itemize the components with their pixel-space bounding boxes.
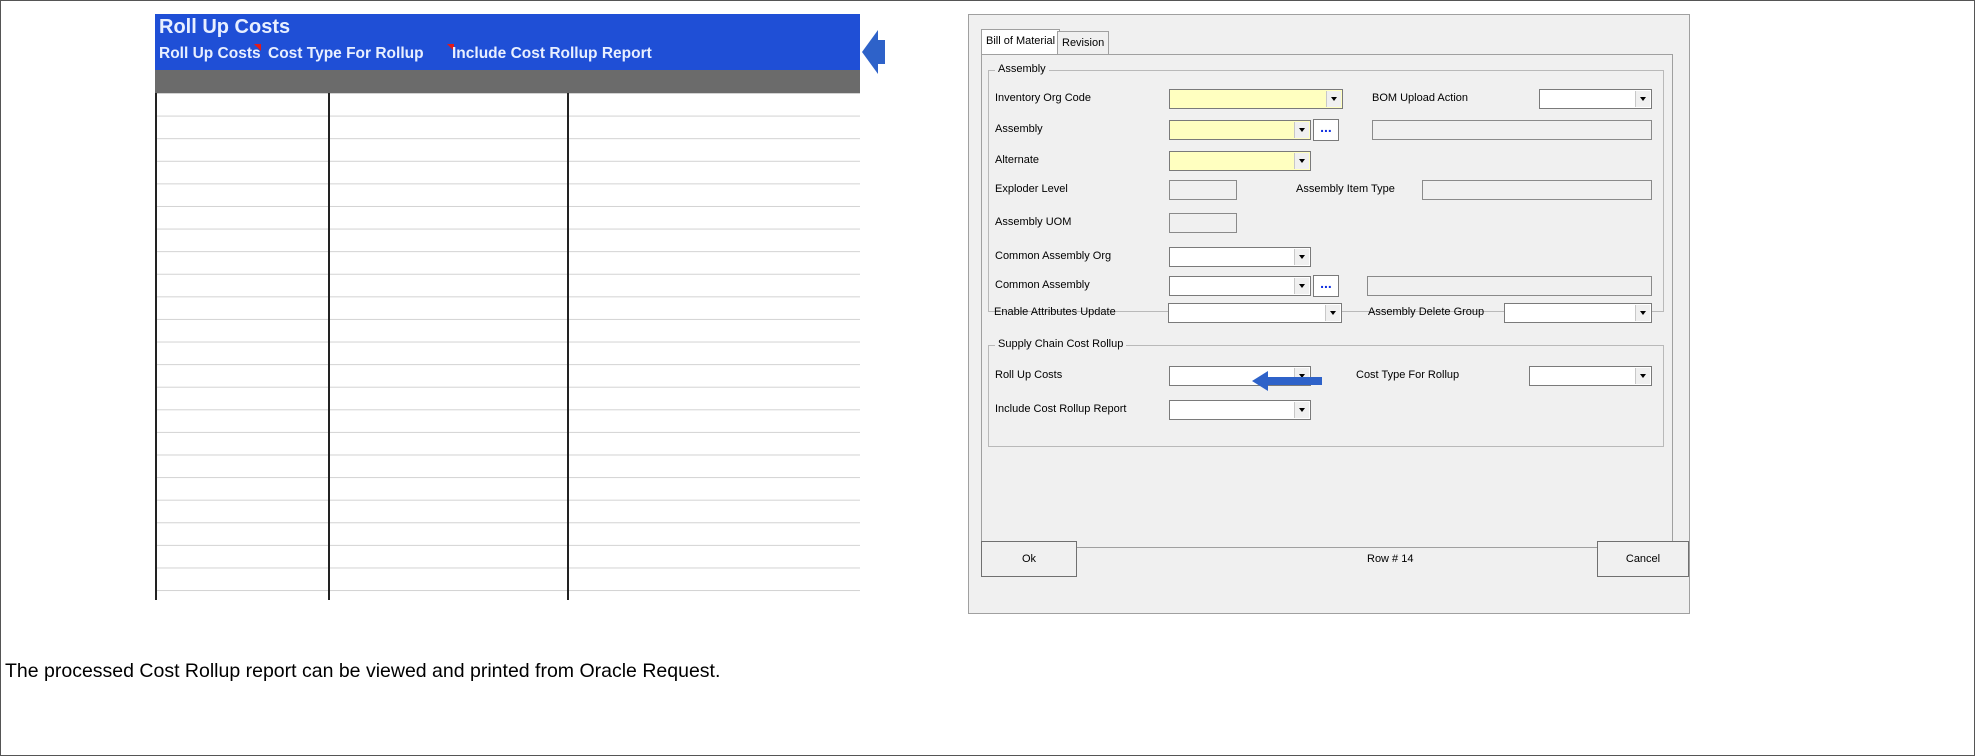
assembly-delete-group-label: Assembly Delete Group <box>1368 306 1485 318</box>
spreadsheet-excerpt: Roll Up Costs Roll Up Costs Cost Type Fo… <box>155 14 860 600</box>
caption-text: The processed Cost Rollup report can be … <box>5 660 721 682</box>
bom-upload-action-label: BOM Upload Action <box>1372 92 1468 104</box>
column-divider <box>328 93 330 600</box>
pointer-arrow-stem <box>1267 377 1322 385</box>
common-assembly-combo[interactable] <box>1169 276 1311 296</box>
assembly-delete-group-combo[interactable] <box>1504 303 1652 323</box>
cancel-button[interactable]: Cancel <box>1597 541 1689 577</box>
common-assembly-label: Common Assembly <box>995 279 1090 291</box>
enable-attributes-update-combo[interactable] <box>1168 303 1342 323</box>
assembly-group: Assembly Inventory Org Code BOM Upload A… <box>988 63 1664 312</box>
common-assembly-lookup-button[interactable]: ... <box>1313 275 1339 297</box>
tab-panel: Assembly Inventory Org Code BOM Upload A… <box>981 54 1673 548</box>
inventory-org-code-combo[interactable] <box>1169 89 1343 109</box>
chevron-down-icon[interactable] <box>1294 402 1309 418</box>
ok-button[interactable]: Ok <box>981 541 1077 577</box>
chevron-down-icon[interactable] <box>1635 368 1650 384</box>
assembly-uom-label: Assembly UOM <box>995 216 1072 228</box>
tab-bill-of-material[interactable]: Bill of Material <box>981 29 1061 54</box>
inventory-org-code-label: Inventory Org Code <box>995 92 1091 104</box>
column-header-include-report[interactable]: Include Cost Rollup Report <box>452 45 652 63</box>
chevron-down-icon[interactable] <box>1294 153 1309 169</box>
common-assembly-description-field[interactable] <box>1367 276 1652 296</box>
sheet-header: Roll Up Costs Roll Up Costs Cost Type Fo… <box>155 14 860 70</box>
alternate-combo[interactable] <box>1169 151 1311 171</box>
chevron-down-icon[interactable] <box>1325 305 1340 321</box>
chevron-down-icon[interactable] <box>1294 278 1309 294</box>
alternate-label: Alternate <box>995 154 1040 166</box>
chevron-down-icon[interactable] <box>1635 305 1650 321</box>
cost-rollup-group-label: Supply Chain Cost Rollup <box>995 338 1127 350</box>
assembly-description-field[interactable] <box>1372 120 1652 140</box>
include-cost-rollup-report-label: Include Cost Rollup Report <box>995 403 1127 415</box>
chevron-down-icon[interactable] <box>1294 122 1309 138</box>
exploder-level-label: Exploder Level <box>995 183 1068 195</box>
assembly-item-type-field[interactable] <box>1422 180 1652 200</box>
assembly-uom-field[interactable] <box>1169 213 1237 233</box>
row-status: Row # 14 <box>1367 553 1414 565</box>
assembly-label: Assembly <box>995 123 1043 135</box>
assembly-group-label: Assembly <box>995 63 1049 75</box>
chevron-down-icon[interactable] <box>1635 91 1650 107</box>
common-assembly-org-combo[interactable] <box>1169 247 1311 267</box>
cost-type-for-rollup-combo[interactable] <box>1529 366 1652 386</box>
column-divider <box>567 93 569 600</box>
sheet-title: Roll Up Costs <box>159 16 291 38</box>
common-assembly-org-label: Common Assembly Org <box>995 250 1112 262</box>
assembly-combo[interactable] <box>1169 120 1311 140</box>
tab-revision[interactable]: Revision <box>1057 31 1110 54</box>
chevron-down-icon[interactable] <box>1326 91 1341 107</box>
enable-attributes-update-label: Enable Attributes Update <box>994 306 1116 318</box>
sheet-gray-row <box>155 70 860 93</box>
column-divider <box>155 93 157 600</box>
assembly-item-type-label: Assembly Item Type <box>1296 183 1395 195</box>
sheet-grid[interactable] <box>155 93 860 600</box>
column-header-roll-up-costs[interactable]: Roll Up Costs <box>159 45 261 63</box>
assembly-lookup-button[interactable]: ... <box>1313 119 1339 141</box>
roll-up-costs-label: Roll Up Costs <box>995 369 1063 381</box>
column-header-cost-type[interactable]: Cost Type For Rollup <box>268 45 424 63</box>
cost-type-for-rollup-label: Cost Type For Rollup <box>1356 369 1460 381</box>
include-cost-rollup-report-combo[interactable] <box>1169 400 1311 420</box>
cost-rollup-group: Supply Chain Cost Rollup Roll Up Costs C… <box>988 338 1664 447</box>
pointer-arrow-icon <box>862 30 878 74</box>
bom-upload-action-combo[interactable] <box>1539 89 1652 109</box>
exploder-level-field[interactable] <box>1169 180 1237 200</box>
chevron-down-icon[interactable] <box>1294 249 1309 265</box>
comment-indicator-icon <box>254 44 261 51</box>
pointer-arrow-stem <box>877 40 885 64</box>
pointer-arrow-icon <box>1252 371 1268 391</box>
bom-dialog: Bill of Material Revision Assembly Inven… <box>968 14 1690 614</box>
